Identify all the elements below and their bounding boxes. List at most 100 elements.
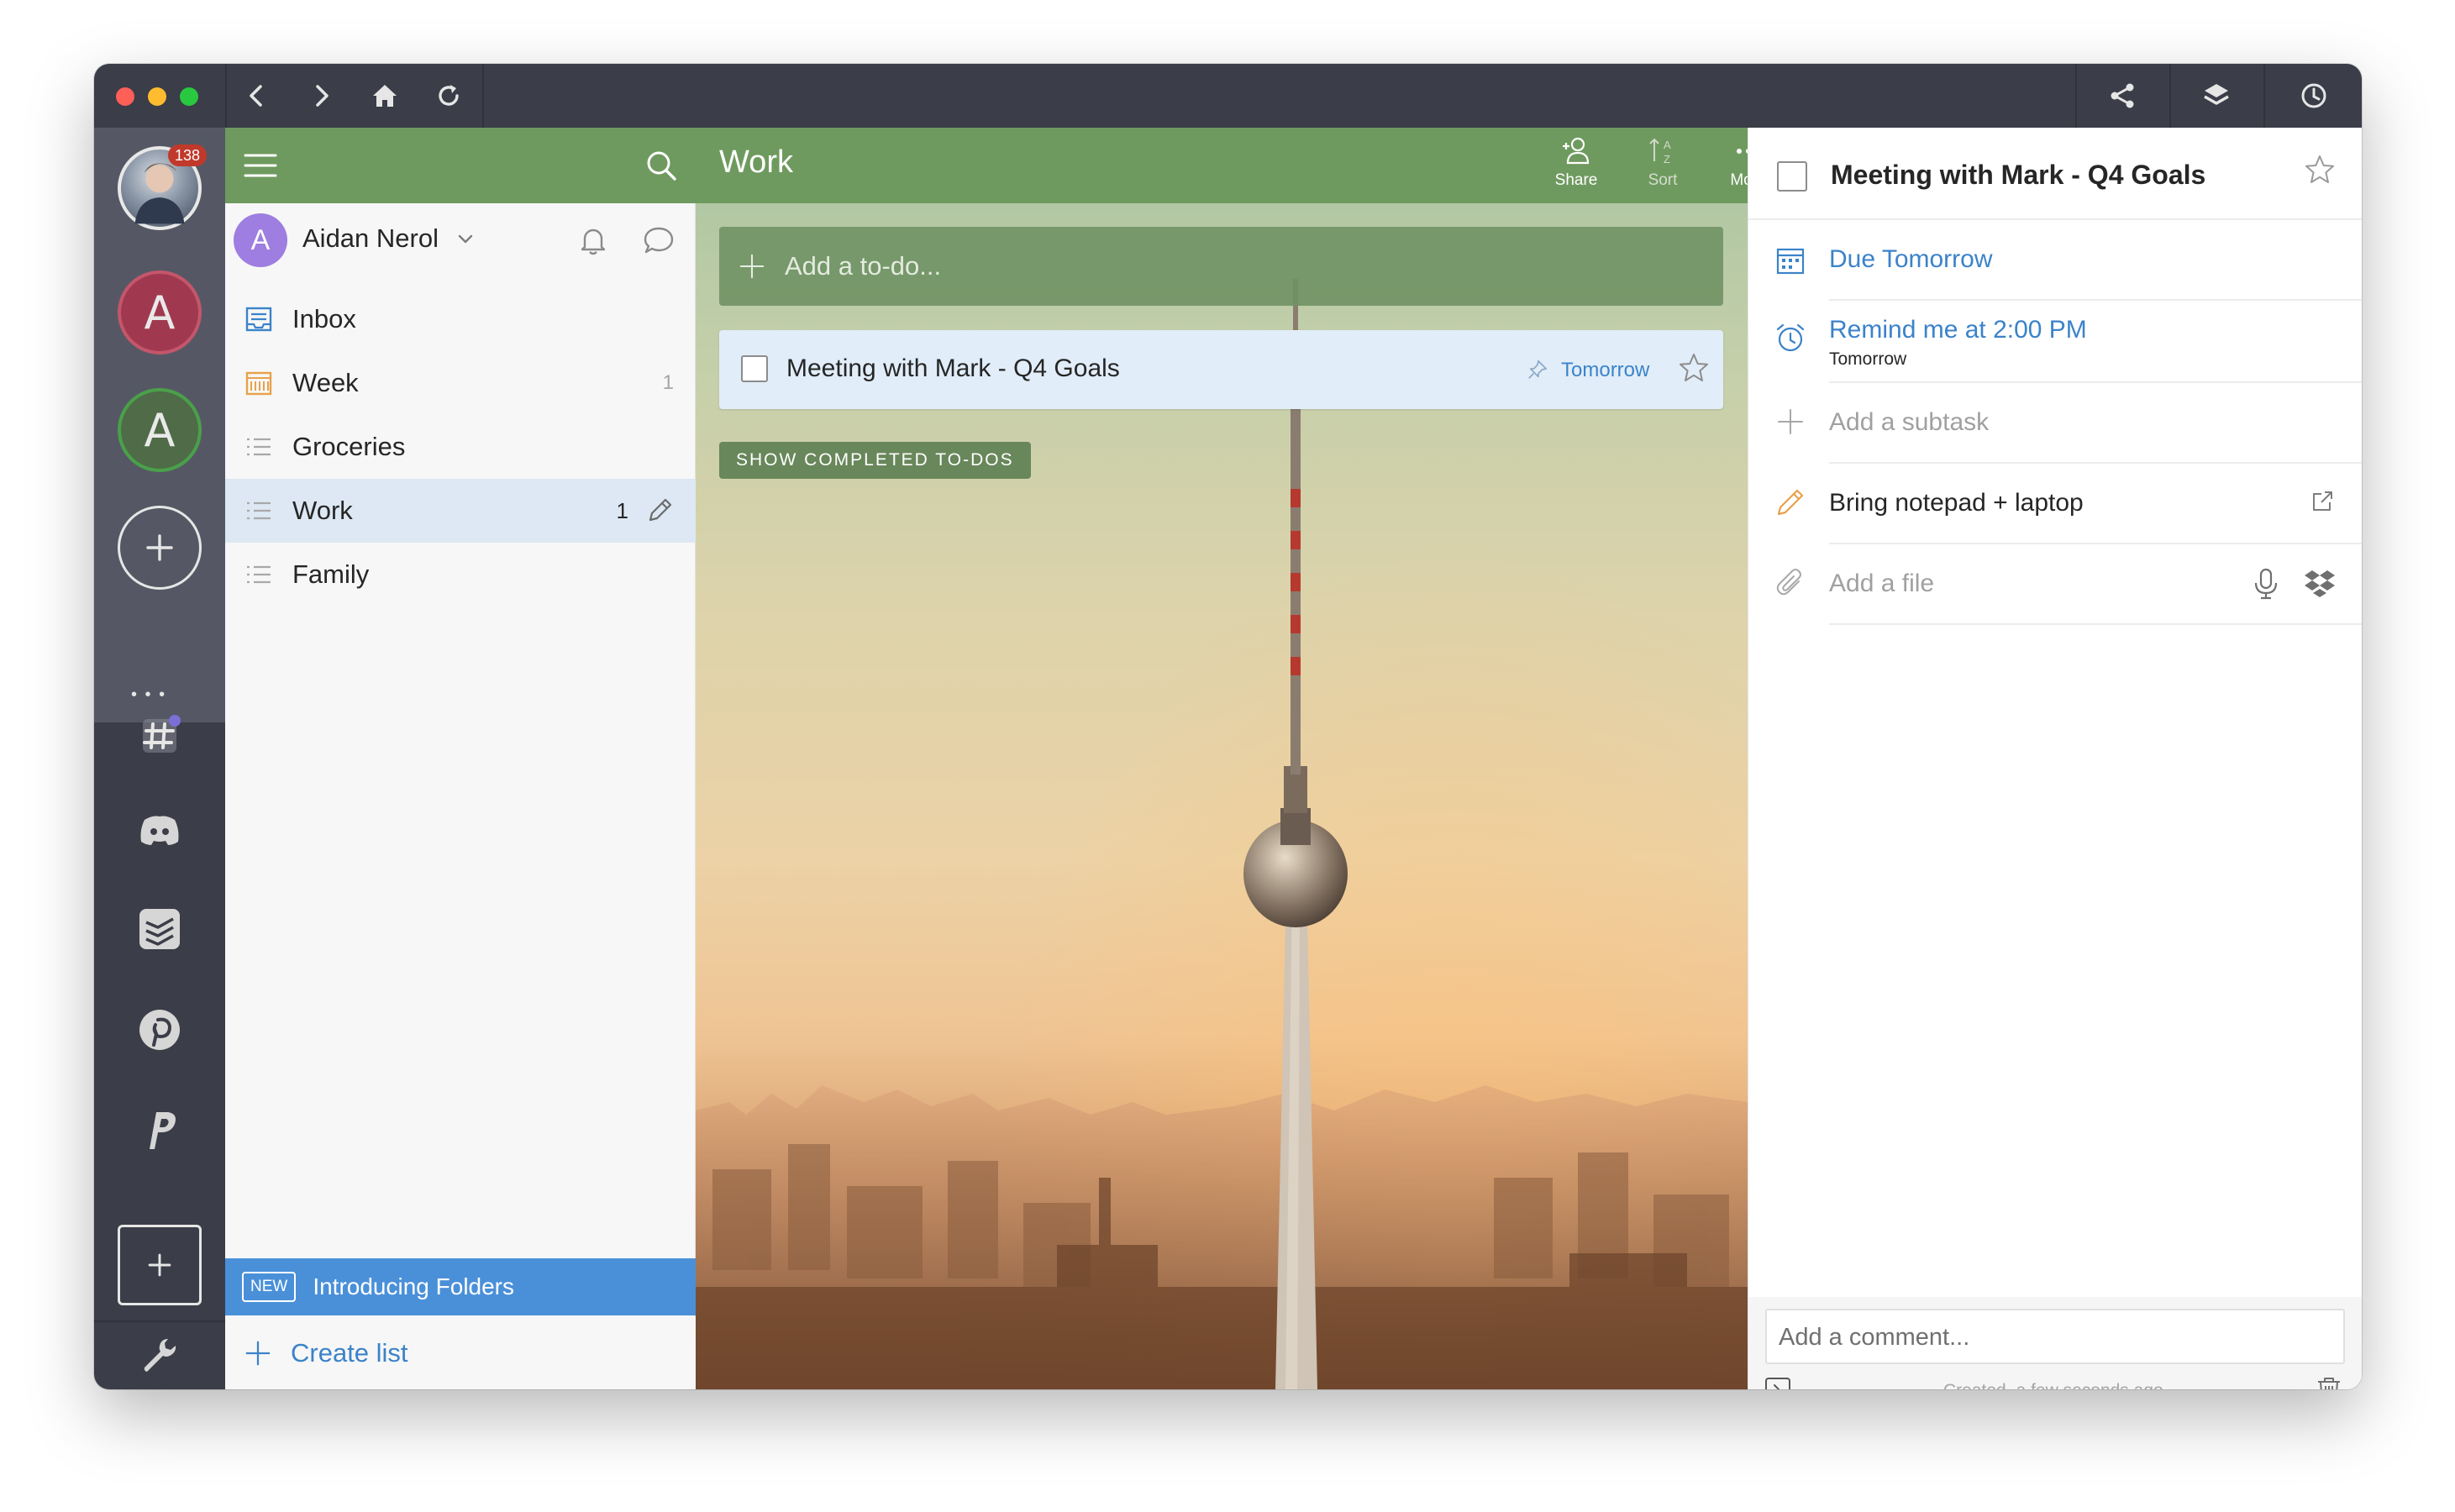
task-title: Meeting with Mark - Q4 Goals (786, 354, 1120, 382)
menu-button[interactable] (242, 149, 279, 182)
dock-divider (94, 1320, 225, 1322)
task-due-date: Tomorrow (1561, 359, 1650, 381)
share-icon (2111, 83, 2134, 108)
share-label: Share (1554, 171, 1598, 189)
task-details-panel: Meeting with Mark - Q4 Goals Due Tomorro… (1748, 128, 2362, 1389)
list-icon (247, 565, 271, 584)
sidebar-item-count: 1 (616, 497, 628, 523)
share-list-button[interactable]: Share (1540, 134, 1612, 200)
divider (1829, 623, 2362, 625)
task-star-button[interactable] (1677, 351, 1711, 385)
reminder-row[interactable]: Remind me at 2:00 PM Tomorrow (1748, 301, 2362, 383)
record-audio-button[interactable] (2251, 566, 2281, 600)
detail-checkbox[interactable] (1777, 161, 1807, 192)
sidebar-item-label: Family (292, 559, 370, 589)
reload-button[interactable] (417, 64, 481, 128)
folders-promo-row[interactable]: NEW Introducing Folders (225, 1258, 696, 1315)
home-button[interactable] (353, 64, 417, 128)
plus-icon (1778, 409, 1803, 434)
minimize-window-button[interactable] (148, 87, 166, 106)
hamburger-icon (244, 154, 277, 177)
comment-placeholder: Add a comment... (1779, 1324, 1970, 1351)
pinterest-icon (139, 1010, 180, 1050)
detail-title[interactable]: Meeting with Mark - Q4 Goals (1831, 160, 2205, 191)
reminder-text: Remind me at 2:00 PM (1829, 316, 2087, 344)
toolbar-divider (2169, 64, 2171, 128)
more-label: More (1730, 171, 1748, 189)
detail-title-row: Meeting with Mark - Q4 Goals (1748, 128, 2362, 220)
list-icon (247, 501, 271, 520)
user-menu[interactable]: Aidan Nerol (302, 223, 476, 254)
forward-icon (316, 85, 329, 107)
conversations-button[interactable] (642, 223, 676, 257)
due-date-row[interactable]: Due Tomorrow (1748, 220, 2362, 301)
show-completed-button[interactable]: SHOW COMPLETED TO-DOS (719, 442, 1031, 479)
delete-task-button[interactable] (2315, 1374, 2343, 1389)
sidebar-item-groceries[interactable]: Groceries (225, 415, 696, 479)
list-header: Work Share AZ Sort More (696, 128, 1748, 203)
open-note-button[interactable] (2310, 489, 2335, 514)
search-button[interactable] (644, 148, 679, 183)
more-button[interactable]: More (1712, 134, 1748, 200)
dock-overflow-dots[interactable]: • • • (131, 685, 166, 705)
add-todo-input[interactable]: Add a to-do... (719, 227, 1723, 306)
discord-app-button[interactable] (136, 806, 183, 853)
pinterest-app-button[interactable] (136, 1006, 183, 1053)
sidebar-item-work[interactable]: Work 1 (225, 479, 696, 543)
created-time: a few seconds ago (2016, 1381, 2163, 1389)
slack-icon (143, 715, 181, 753)
sort-button[interactable]: AZ Sort (1627, 134, 1699, 200)
add-account-button[interactable] (118, 506, 202, 590)
reload-icon (439, 85, 459, 106)
microphone-icon (2254, 568, 2278, 600)
note-row[interactable]: Bring notepad + laptop (1748, 464, 2362, 544)
dropbox-button[interactable] (2303, 566, 2337, 600)
inbox-icon (245, 307, 272, 332)
slack-app-button[interactable] (136, 712, 183, 759)
sidebar-header (225, 128, 696, 203)
sidebar-item-family[interactable]: Family (225, 543, 696, 606)
sidebar-item-inbox[interactable]: Inbox (225, 287, 696, 351)
account-avatar-1[interactable]: A (118, 270, 202, 354)
task-checkbox[interactable] (741, 355, 768, 382)
plus-icon (148, 1253, 171, 1277)
zoom-window-button[interactable] (180, 87, 198, 106)
edit-list-button[interactable] (644, 495, 676, 527)
settings-button[interactable] (136, 1332, 183, 1379)
layers-button[interactable] (2184, 64, 2248, 128)
pencil-icon (1777, 489, 1804, 516)
back-button[interactable] (225, 64, 289, 128)
task-row[interactable]: Meeting with Mark - Q4 Goals Tomorrow (719, 330, 1723, 409)
todoist-app-button[interactable] (136, 906, 183, 953)
add-app-button[interactable] (118, 1225, 202, 1305)
chat-bubble-icon (644, 227, 674, 254)
notification-badge: 138 (168, 144, 208, 166)
history-button[interactable] (2282, 64, 2346, 128)
share-page-button[interactable] (2090, 64, 2154, 128)
task-list-view: Work Share AZ Sort More Add a to-do... M… (696, 128, 1748, 1389)
calendar-icon (1776, 248, 1805, 275)
paypal-icon (150, 1112, 176, 1149)
add-subtask-row[interactable]: Add a subtask (1748, 383, 2362, 464)
user-avatar-initial: A (250, 223, 271, 256)
close-window-button[interactable] (116, 87, 134, 106)
paypal-app-button[interactable] (136, 1107, 183, 1154)
user-avatar[interactable]: A (234, 213, 287, 267)
add-file-placeholder: Add a file (1829, 570, 1935, 597)
sort-icon: AZ (1649, 138, 1671, 165)
search-icon (647, 151, 676, 181)
notifications-button[interactable] (576, 223, 610, 257)
create-list-button[interactable]: Create list (225, 1317, 696, 1389)
created-info: Created a few seconds ago (1943, 1381, 2163, 1389)
comment-input[interactable]: Add a comment... (1765, 1309, 2345, 1364)
collapse-details-button[interactable] (1764, 1376, 1792, 1389)
sidebar-item-week[interactable]: Week 1 (225, 351, 696, 415)
add-file-row[interactable]: Add a file (1748, 544, 2362, 625)
user-name: Aidan Nerol (302, 223, 439, 253)
account-avatar-2[interactable]: A (118, 388, 202, 472)
home-icon (373, 85, 397, 107)
detail-star-button[interactable] (2303, 153, 2337, 186)
bell-icon (581, 228, 606, 255)
forward-button[interactable] (289, 64, 353, 128)
paperclip-icon (1776, 569, 1801, 596)
